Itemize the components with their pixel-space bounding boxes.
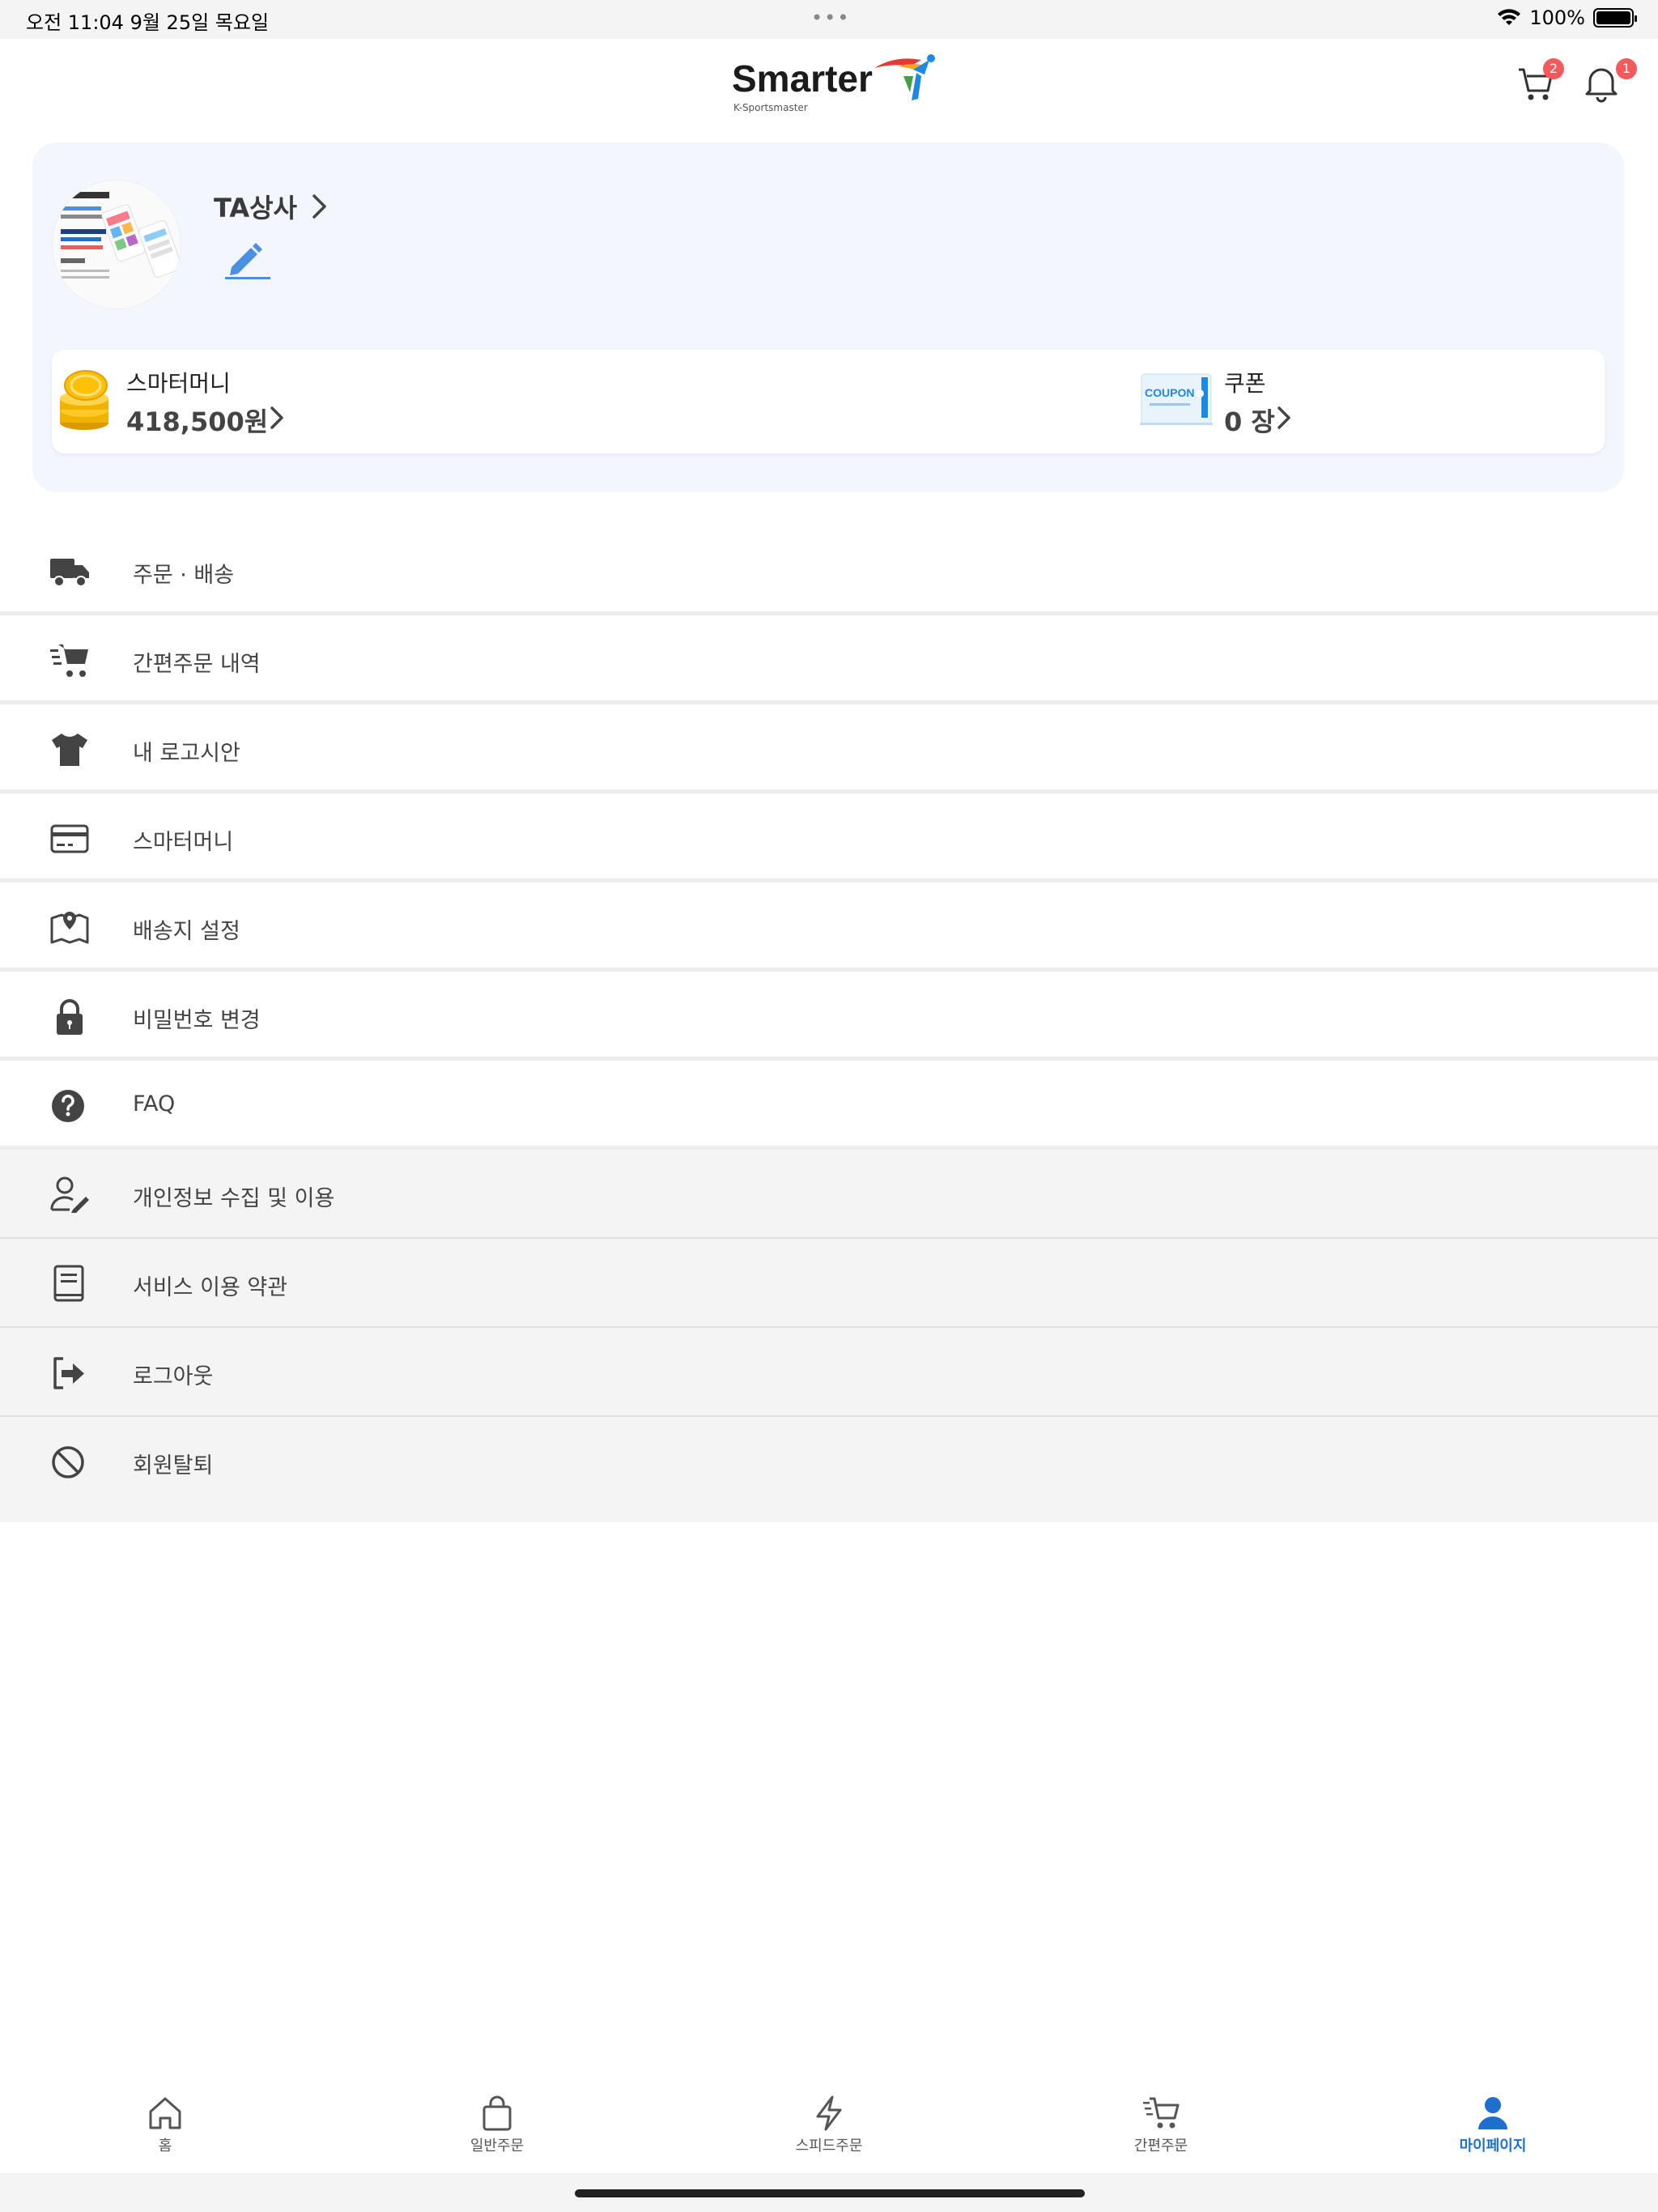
nav-label: 마이페이지: [1459, 2138, 1527, 2155]
coupon-icon: COUPON: [1140, 373, 1213, 425]
nav-label: 간편주문: [1133, 2138, 1188, 2155]
menu-label: 배송지 설정: [133, 919, 240, 944]
home-icon: [149, 2097, 181, 2129]
nav-quick-order[interactable]: 간편주문: [1080, 2094, 1242, 2155]
coupon-label: 쿠폰: [1224, 370, 1266, 397]
avatar[interactable]: [52, 180, 181, 309]
logo-mark-icon: [874, 54, 935, 100]
truck-icon: [50, 559, 89, 587]
home-indicator[interactable]: [575, 2189, 1085, 2197]
menu-item-change-password[interactable]: 비밀번호 변경: [0, 972, 1658, 1061]
status-time: 오전 11:04 9월 25일 목요일: [26, 11, 270, 34]
coupon-text: COUPON: [1145, 386, 1194, 399]
menu-label: 간편주문 내역: [133, 652, 261, 677]
tshirt-icon: [52, 734, 87, 766]
nav-speed-order[interactable]: 스피드주문: [748, 2094, 910, 2155]
logo-text: Smarter: [732, 57, 873, 100]
menu-label: FAQ: [133, 1091, 176, 1117]
cart-button[interactable]: 2: [1516, 58, 1564, 112]
menu-item-withdraw-membership[interactable]: 회원탈퇴: [0, 1417, 1658, 1522]
status-bar: 오전 11:04 9월 25일 목요일 ••• 100%: [0, 0, 1658, 39]
battery-percent: 100%: [1529, 6, 1585, 29]
app-header: Smarter K-Sportsmaster 2 1: [0, 39, 1658, 128]
menu-label: 로그아웃: [133, 1364, 214, 1389]
menu-item-shipping-address[interactable]: 배송지 설정: [0, 883, 1658, 972]
menu-item-terms-of-service[interactable]: 서비스 이용 약관: [0, 1239, 1658, 1328]
nav-label: 홈: [158, 2138, 172, 2155]
menu-item-faq[interactable]: FAQ: [0, 1061, 1658, 1150]
menu-item-quick-order-history[interactable]: 간편주문 내역: [0, 615, 1658, 704]
card-icon: [50, 824, 89, 853]
smarter-money-value[interactable]: 418,500원: [126, 402, 268, 439]
lock-icon: [57, 999, 83, 1035]
notification-badge: 1: [1616, 58, 1637, 79]
user-edit-icon: [50, 1176, 89, 1213]
wallet-box: 스마터머니 418,500원 COUPON 쿠폰 0 장: [52, 350, 1605, 453]
nav-home[interactable]: 홈: [84, 2094, 246, 2155]
menu-label: 서비스 이용 약관: [133, 1275, 288, 1300]
coins-icon: [60, 370, 108, 430]
cart-icon: [1143, 2097, 1180, 2129]
chevron-right-icon[interactable]: [269, 405, 285, 431]
cart-badge: 2: [1543, 58, 1564, 79]
my-page-menu: 주문 · 배송 간편주문 내역 내 로고시안 스마터머니 배송지 설정 비밀번호…: [0, 526, 1658, 1522]
nav-label: 스피드주문: [795, 2138, 863, 2155]
multitasking-dots[interactable]: •••: [811, 6, 850, 29]
bolt-icon: [816, 2095, 842, 2131]
menu-label: 비밀번호 변경: [133, 1008, 261, 1033]
nav-label: 일반주문: [470, 2138, 525, 2155]
smarter-money-label: 스마터머니: [126, 370, 231, 397]
menu-item-privacy-policy[interactable]: 개인정보 수집 및 이용: [0, 1150, 1658, 1239]
menu-item-logout[interactable]: 로그아웃: [0, 1328, 1658, 1417]
book-icon: [53, 1265, 84, 1302]
chevron-right-icon[interactable]: [311, 193, 329, 220]
nav-general-order[interactable]: 일반주문: [416, 2094, 578, 2155]
profile-card: TA상사 스마터머니 418,500원 COUPON 쿠폰 0 장: [32, 143, 1624, 492]
battery-icon: [1593, 8, 1637, 28]
status-right: 100%: [1497, 6, 1637, 29]
logo-subtitle: K-Sportsmaster: [733, 102, 808, 113]
fast-cart-icon: [50, 644, 88, 677]
home-indicator-area: [0, 2173, 1658, 2212]
menu-label: 개인정보 수집 및 이용: [133, 1186, 335, 1211]
person-icon: [1478, 2097, 1507, 2129]
bag-icon: [483, 2095, 512, 2131]
menu-item-smarter-money[interactable]: 스마터머니: [0, 793, 1658, 883]
chevron-right-icon[interactable]: [1276, 405, 1292, 431]
menu-label: 스마터머니: [133, 830, 234, 855]
bottom-navigation: 홈 일반주문 스피드주문 간편주문 마이페이지: [0, 2078, 1658, 2173]
map-icon: [50, 912, 89, 944]
ban-icon: [52, 1446, 84, 1478]
notification-button[interactable]: 1: [1582, 58, 1637, 112]
smarter-logo[interactable]: Smarter K-Sportsmaster: [729, 54, 935, 121]
wifi-icon: [1498, 9, 1521, 25]
profile-image: [53, 181, 181, 308]
nav-my-page[interactable]: 마이페이지: [1412, 2094, 1574, 2155]
edit-pencil-icon[interactable]: [222, 241, 274, 280]
profile-name[interactable]: TA상사: [214, 188, 297, 225]
question-icon: [52, 1090, 84, 1122]
menu-label: 회원탈퇴: [133, 1453, 214, 1478]
menu-item-orders[interactable]: 주문 · 배송: [0, 526, 1658, 615]
bell-icon: [1585, 68, 1618, 103]
coupon-value[interactable]: 0 장: [1224, 402, 1275, 439]
menu-item-my-logo[interactable]: 내 로고시안: [0, 704, 1658, 793]
menu-label: 내 로고시안: [133, 741, 240, 766]
menu-label: 주문 · 배송: [133, 563, 235, 588]
logout-icon: [53, 1357, 84, 1389]
